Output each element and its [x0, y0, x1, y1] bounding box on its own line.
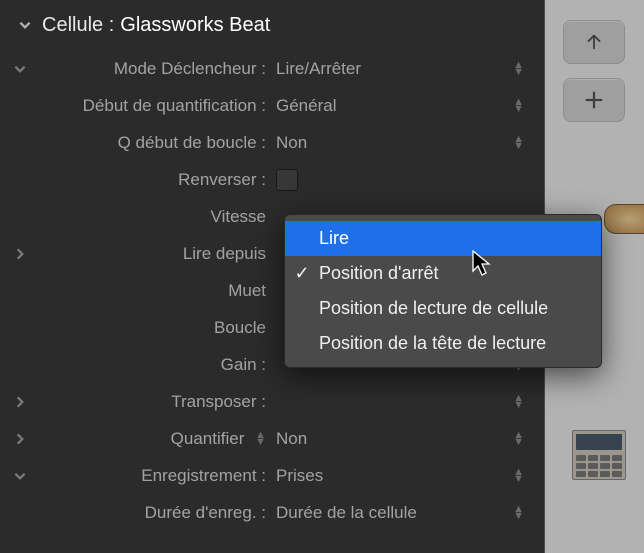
chevron-right-icon[interactable] — [0, 395, 40, 409]
row-q-loop-start: Q début de boucle : Non ▲▼ — [0, 124, 544, 161]
up-arrow-button[interactable] — [563, 20, 625, 64]
menu-item-cell-play-position[interactable]: Position de lecture de cellule — [285, 291, 601, 326]
record-label: Enregistrement : — [40, 466, 266, 486]
gain-label: Gain : — [40, 355, 266, 375]
chevron-down-icon[interactable] — [0, 469, 40, 483]
row-quant-start: Début de quantification : Général ▲▼ — [0, 87, 544, 124]
reverse-label: Renverser : — [40, 170, 266, 190]
stepper-icon[interactable]: ▲▼ — [513, 432, 524, 446]
reverse-checkbox[interactable] — [276, 169, 298, 191]
menu-item-play[interactable]: Lire — [285, 221, 601, 256]
chevron-right-icon[interactable] — [0, 247, 40, 261]
stepper-icon[interactable]: ▲▼ — [513, 62, 524, 76]
stepper-icon[interactable]: ▲▼ — [513, 395, 524, 409]
q-loop-start-label: Q début de boucle : — [40, 133, 266, 153]
q-loop-start-value[interactable]: Non ▲▼ — [266, 133, 544, 153]
row-reverse: Renverser : — [0, 161, 544, 198]
instrument-thumbnail — [572, 430, 626, 480]
menu-item-playhead-position[interactable]: Position de la tête de lecture — [285, 326, 601, 361]
row-quantize: Quantifier ▲▼ Non ▲▼ — [0, 420, 544, 457]
record-value[interactable]: Prises ▲▼ — [266, 466, 544, 486]
trigger-mode-value[interactable]: Lire/Arrêter ▲▼ — [266, 59, 544, 79]
stepper-icon[interactable]: ▲▼ — [513, 469, 524, 483]
mute-label: Muet — [40, 281, 266, 301]
stepper-icon[interactable]: ▲▼ — [513, 136, 524, 150]
play-from-label: Lire depuis — [40, 244, 266, 264]
loop-label: Boucle — [40, 318, 266, 338]
quantize-value[interactable]: Non ▲▼ — [266, 429, 544, 449]
stepper-icon[interactable]: ▲▼ — [513, 99, 524, 113]
track-thumbnail — [604, 204, 644, 234]
stepper-icon[interactable]: ▲▼ — [513, 506, 524, 520]
chevron-down-icon[interactable] — [0, 62, 40, 76]
row-transpose: Transposer : ▲▼ — [0, 383, 544, 420]
chevron-right-icon[interactable] — [0, 432, 40, 446]
quantize-label: Quantifier ▲▼ — [40, 429, 266, 449]
quant-start-value[interactable]: Général ▲▼ — [266, 96, 544, 116]
add-button[interactable] — [563, 78, 625, 122]
rec-length-label: Durée d'enreg. : — [40, 503, 266, 523]
menu-item-stop-position[interactable]: ✓ Position d'arrêt — [285, 256, 601, 291]
chevron-down-icon[interactable] — [18, 18, 42, 32]
speed-label: Vitesse — [40, 207, 266, 227]
play-from-menu: Lire ✓ Position d'arrêt Position de lect… — [284, 214, 602, 368]
row-rec-length: Durée d'enreg. : Durée de la cellule ▲▼ — [0, 494, 544, 531]
header-title: Glassworks Beat — [120, 14, 270, 37]
rec-length-value[interactable]: Durée de la cellule ▲▼ — [266, 503, 544, 523]
trigger-mode-label: Mode Déclencheur : — [40, 59, 266, 79]
transpose-label: Transposer : — [40, 392, 266, 412]
quant-start-label: Début de quantification : — [40, 96, 266, 116]
row-trigger-mode: Mode Déclencheur : Lire/Arrêter ▲▼ — [0, 50, 544, 87]
stepper-icon[interactable]: ▲▼ — [255, 432, 266, 446]
row-record: Enregistrement : Prises ▲▼ — [0, 457, 544, 494]
header-prefix: Cellule : — [42, 14, 114, 37]
check-icon: ✓ — [285, 263, 319, 284]
section-header[interactable]: Cellule : Glassworks Beat — [0, 0, 544, 50]
